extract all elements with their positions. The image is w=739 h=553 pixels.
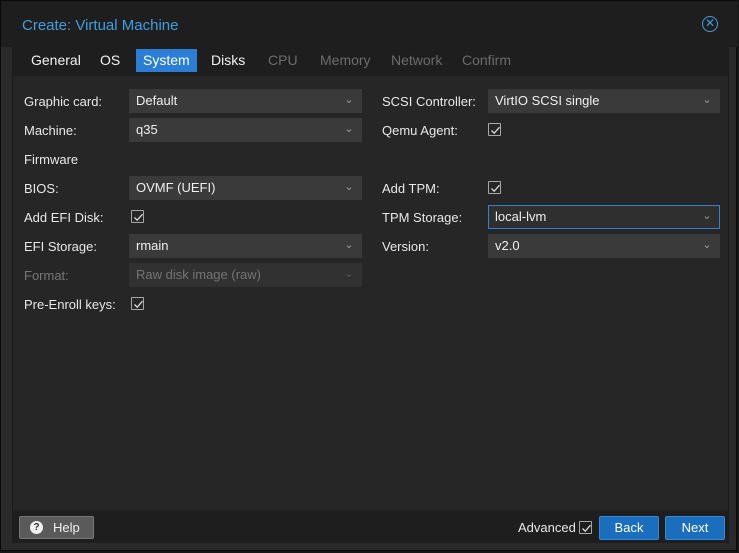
scsi-controller-value: VirtIO SCSI single [495,93,600,108]
format-select: Raw disk image (raw) ⌄ [129,263,362,287]
tpm-storage-select[interactable]: local-lvm ⌄ [488,205,720,229]
chevron-down-icon[interactable]: ⌄ [701,210,713,222]
dialog-titlebar: Create: Virtual Machine ✕ [1,1,738,47]
bios-value: OVMF (UEFI) [136,180,216,195]
format-label: Format: [24,268,69,283]
next-button[interactable]: Next [665,516,725,540]
format-value: Raw disk image (raw) [136,267,261,282]
machine-value: q35 [136,122,158,137]
dialog-footer: ? Help Advanced Back Next [12,510,729,543]
scsi-controller-label: SCSI Controller: [382,94,476,109]
chevron-down-icon[interactable]: ⌄ [701,239,713,251]
graphic-card-value: Default [136,93,178,108]
checkmark-icon [582,524,591,533]
graphic-card-label: Graphic card: [24,94,103,109]
back-button[interactable]: Back [599,516,659,540]
chevron-down-icon[interactable]: ⌄ [343,94,355,106]
close-icon[interactable]: ✕ [702,16,718,32]
add-efi-disk-label: Add EFI Disk: [24,210,104,225]
checkmark-icon [491,126,500,135]
tab-network: Network [391,52,443,68]
chevron-down-icon[interactable]: ⌄ [343,123,355,135]
advanced-label: Advanced [518,520,576,535]
chevron-down-icon[interactable]: ⌄ [343,181,355,193]
bios-select[interactable]: OVMF (UEFI) ⌄ [129,176,362,200]
qemu-agent-label: Qemu Agent: [382,123,458,138]
version-label: Version: [382,239,429,254]
graphic-card-select[interactable]: Default ⌄ [129,89,362,113]
advanced-checkbox[interactable] [579,521,592,534]
efi-storage-select[interactable]: rmain ⌄ [129,234,362,258]
help-button-label: Help [53,520,80,535]
tpm-storage-label: TPM Storage: [382,210,463,225]
chevron-down-icon: ⌄ [344,268,354,280]
pre-enroll-keys-checkbox[interactable] [131,297,144,310]
machine-select[interactable]: q35 ⌄ [129,118,362,142]
qemu-agent-checkbox[interactable] [488,123,501,136]
pre-enroll-keys-label: Pre-Enroll keys: [24,297,116,312]
bios-label: BIOS: [24,181,59,196]
wizard-tabbar: General OS System Disks CPU Memory Netwo… [12,47,729,76]
machine-label: Machine: [24,123,77,138]
checkmark-icon [134,213,143,222]
system-form: Graphic card: Default ⌄ Machine: q35 ⌄ F… [12,76,729,510]
checkmark-icon [491,184,500,193]
tab-memory: Memory [320,52,371,68]
tab-general[interactable]: General [24,49,88,72]
scsi-controller-select[interactable]: VirtIO SCSI single ⌄ [488,89,720,113]
help-button[interactable]: ? Help [19,516,94,539]
tab-os[interactable]: OS [93,49,127,72]
tab-disks[interactable]: Disks [204,49,252,72]
dialog-title: Create: Virtual Machine [22,17,179,34]
efi-storage-label: EFI Storage: [24,239,97,254]
chevron-down-icon[interactable]: ⌄ [343,239,355,251]
checkmark-icon [134,300,143,309]
add-tpm-label: Add TPM: [382,181,440,196]
tab-confirm: Confirm [462,52,512,68]
add-efi-disk-checkbox[interactable] [131,210,144,223]
chevron-down-icon[interactable]: ⌄ [701,94,713,106]
firmware-heading: Firmware [24,152,79,167]
tab-cpu: CPU [268,52,298,68]
tpm-storage-value: local-lvm [495,209,547,224]
version-select[interactable]: v2.0 ⌄ [488,234,720,258]
efi-storage-value: rmain [136,238,169,253]
create-vm-dialog: Create: Virtual Machine ✕ General OS Sys… [0,0,738,551]
add-tpm-checkbox[interactable] [488,181,501,194]
question-circle-icon: ? [30,521,43,534]
tab-system[interactable]: System [136,49,197,72]
version-value: v2.0 [495,238,520,253]
